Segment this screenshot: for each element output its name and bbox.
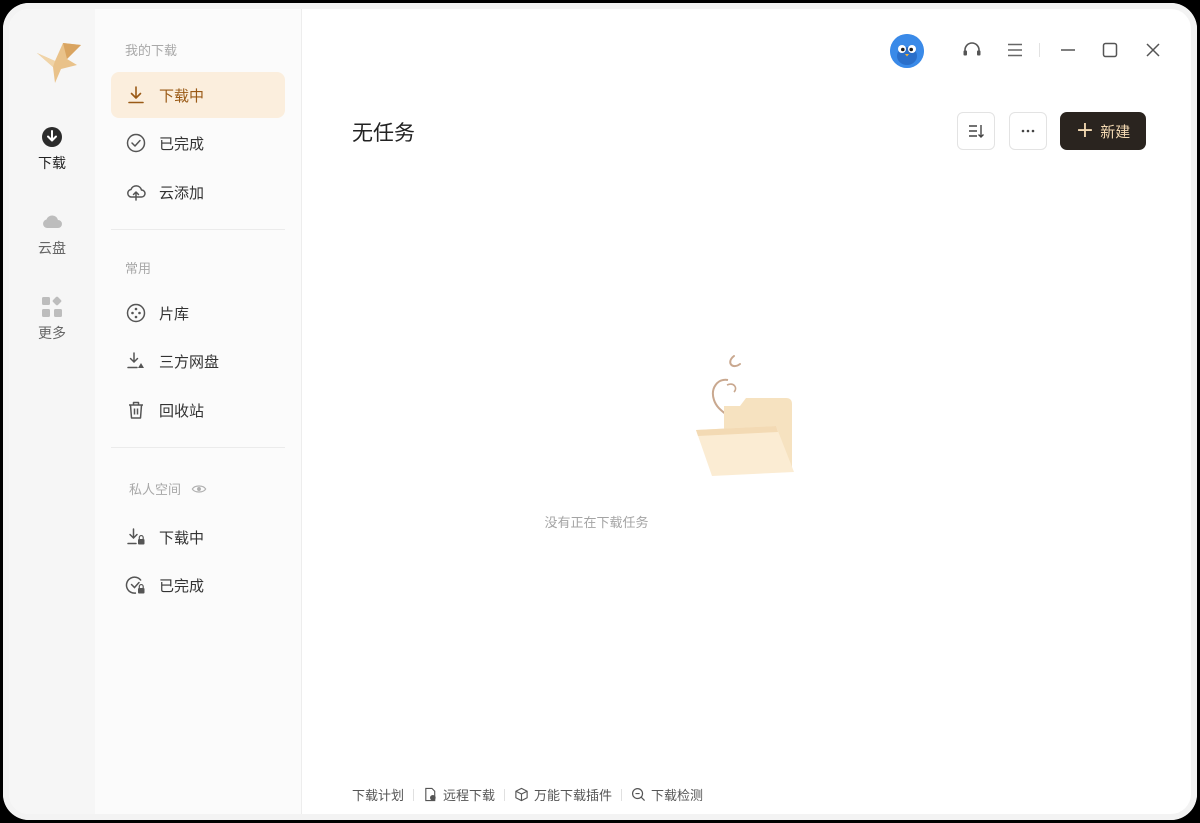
section-title-label: 私人空间 xyxy=(129,483,182,498)
new-task-button[interactable]: + 新建 xyxy=(1060,112,1146,150)
divider xyxy=(111,447,285,448)
sidebar-item-private-completed[interactable]: 已完成 xyxy=(111,562,285,608)
menu-icon[interactable] xyxy=(1002,37,1028,63)
divider xyxy=(111,229,285,230)
rail-item-cloud[interactable]: 云盘 xyxy=(9,210,95,258)
footer-separator xyxy=(621,788,623,801)
sidebar-item-label: 下载中 xyxy=(159,86,205,105)
maximize-icon[interactable] xyxy=(1097,37,1123,63)
footer-separator xyxy=(504,788,506,801)
sidebar-item-label: 已完成 xyxy=(159,134,205,153)
section-title-common: 常用 xyxy=(125,262,152,277)
toolbar-separator xyxy=(1039,43,1040,57)
main-panel: 无任务 + 新建 没有正在下载任务 下载计划 远程下载 万能下载插件 下载检测 xyxy=(302,9,1191,814)
remote-download-icon xyxy=(425,787,436,802)
avatar[interactable] xyxy=(890,34,924,68)
trash-icon xyxy=(129,401,143,419)
plus-icon: + xyxy=(1075,118,1095,143)
apps-grid-icon xyxy=(42,296,62,317)
rail-item-label: 下载 xyxy=(38,156,66,172)
download-plan-link[interactable]: 下载计划 xyxy=(352,785,404,804)
download-circle-icon xyxy=(42,127,62,147)
sidebar-item-label: 回收站 xyxy=(159,401,205,420)
footer-label: 远程下载 xyxy=(443,789,496,804)
cloud-icon xyxy=(43,215,62,228)
app-window: 下载 云盘 更多 我的下载 下载中 已完成 云添加 常用 片库 三方网盘 回收站… xyxy=(3,3,1197,820)
more-dots-icon xyxy=(1021,129,1035,133)
download-plugin-link[interactable]: 万能下载插件 xyxy=(514,785,612,804)
left-rail: 下载 云盘 更多 xyxy=(9,9,95,814)
sidebar-item-recycle-bin[interactable]: 回收站 xyxy=(111,387,285,433)
cloud-upload-icon xyxy=(127,185,146,201)
search-check-icon xyxy=(632,787,646,802)
empty-state-message: 没有正在下载任务 xyxy=(152,512,1041,531)
section-title-private: 私人空间 xyxy=(129,479,207,498)
empty-state-text: 没有正在下载任务 xyxy=(544,516,649,531)
sidebar-item-label: 三方网盘 xyxy=(159,352,220,371)
download-check-link[interactable]: 下载检测 xyxy=(631,785,703,804)
headset-support-icon[interactable] xyxy=(959,37,985,63)
app-logo-icon xyxy=(37,43,81,83)
sidebar: 我的下载 下载中 已完成 云添加 常用 片库 三方网盘 回收站 私人空间 下载中… xyxy=(95,9,302,814)
section-title-my-downloads: 我的下载 xyxy=(125,44,178,59)
sidebar-item-third-party-drive[interactable]: 三方网盘 xyxy=(111,338,285,384)
new-task-label: 新建 xyxy=(1100,122,1131,141)
remote-download-link[interactable]: 远程下载 xyxy=(423,785,495,804)
page-title: 无任务 xyxy=(352,121,415,145)
sidebar-item-library[interactable]: 片库 xyxy=(111,290,285,336)
sidebar-item-label: 已完成 xyxy=(159,576,205,595)
sort-button[interactable] xyxy=(957,112,995,150)
minimize-icon[interactable] xyxy=(1055,37,1081,63)
sidebar-item-cloud-add[interactable]: 云添加 xyxy=(111,169,285,215)
user-avatar-icon xyxy=(890,34,924,68)
download-lock-icon xyxy=(127,528,145,545)
sidebar-item-downloading[interactable]: 下载中 xyxy=(111,72,285,118)
more-options-button[interactable] xyxy=(1009,112,1047,150)
check-lock-icon xyxy=(125,576,145,594)
footer-label: 下载计划 xyxy=(352,789,405,804)
cube-icon xyxy=(515,787,528,802)
sort-icon xyxy=(969,125,984,138)
rail-item-label: 云盘 xyxy=(38,241,66,257)
download-arrow-icon xyxy=(128,86,144,104)
footer-separator xyxy=(413,788,415,801)
film-reel-icon xyxy=(126,303,146,323)
check-circle-icon xyxy=(126,133,146,153)
eye-icon[interactable] xyxy=(191,481,207,497)
footer-label: 下载检测 xyxy=(651,789,704,804)
sidebar-item-completed[interactable]: 已完成 xyxy=(111,120,285,166)
rail-item-label: 更多 xyxy=(38,326,66,342)
close-icon[interactable] xyxy=(1140,37,1166,63)
sidebar-item-label: 云添加 xyxy=(159,183,205,202)
rail-item-download[interactable]: 下载 xyxy=(9,125,95,173)
footer-bar: 下载计划 远程下载 万能下载插件 下载检测 xyxy=(352,785,703,804)
download-to-drive-icon xyxy=(127,352,144,369)
rail-item-more[interactable]: 更多 xyxy=(9,295,95,343)
footer-label: 万能下载插件 xyxy=(534,789,613,804)
empty-folder-illustration xyxy=(696,355,794,476)
sidebar-item-label: 片库 xyxy=(159,304,190,323)
